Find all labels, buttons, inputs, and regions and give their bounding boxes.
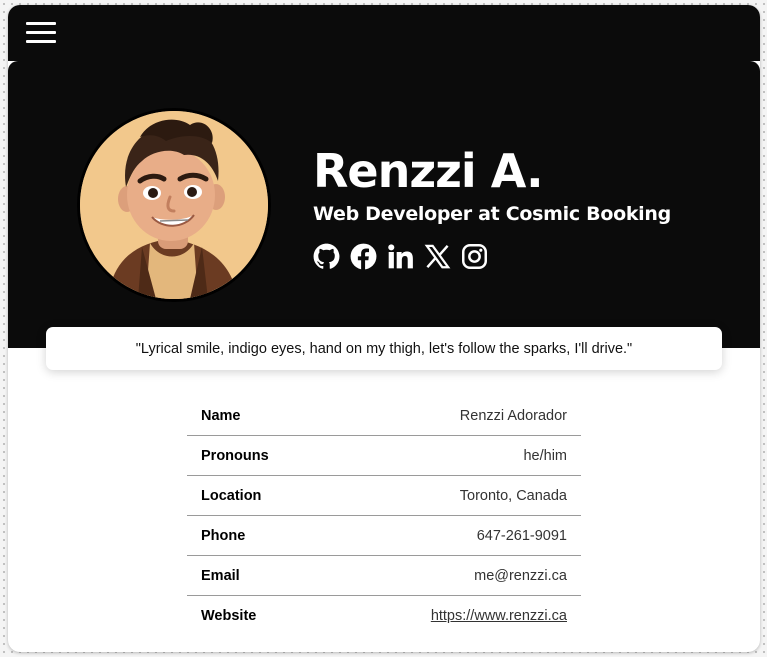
profile-card: Renzzi A. Web Developer at Cosmic Bookin… (8, 5, 760, 652)
hamburger-menu-icon[interactable] (26, 22, 56, 44)
detail-label-name: Name (201, 407, 241, 424)
social-links (313, 243, 488, 271)
top-bar (8, 5, 760, 61)
facebook-icon[interactable] (350, 243, 377, 270)
github-icon[interactable] (313, 243, 340, 270)
detail-label-phone: Phone (201, 527, 246, 544)
detail-label-location: Location (201, 487, 262, 504)
avatar-illustration (80, 111, 268, 299)
detail-value-website-cell: https://www.renzzi.ca (332, 596, 581, 636)
detail-value-phone: 647-261-9091 (476, 527, 567, 544)
profile-quote: "Lyrical smile, indigo eyes, hand on my … (46, 327, 722, 370)
avatar (77, 108, 271, 302)
detail-value-email: me@renzzi.ca (474, 567, 567, 584)
profile-title: Web Developer at Cosmic Booking (313, 203, 671, 225)
profile-name: Renzzi A. (313, 144, 544, 198)
detail-label-email: Email (201, 567, 240, 584)
table-row: Location Toronto, Canada (187, 476, 581, 516)
linkedin-icon[interactable] (387, 243, 414, 270)
website-link[interactable]: https://www.renzzi.ca (431, 608, 567, 624)
table-row: Pronouns he/him (187, 436, 581, 476)
detail-value-location: Toronto, Canada (459, 487, 567, 504)
table-row: Phone 647-261-9091 (187, 516, 581, 556)
table-row: Name Renzzi Adorador (187, 396, 581, 436)
x-icon[interactable] (424, 243, 451, 270)
instagram-icon[interactable] (461, 243, 488, 270)
profile-details-table: Name Renzzi Adorador Pronouns he/him Loc… (187, 396, 581, 635)
table-row: Website https://www.renzzi.ca (187, 596, 581, 636)
detail-label-pronouns: Pronouns (201, 447, 269, 464)
table-row: Email me@renzzi.ca (187, 556, 581, 596)
detail-value-name: Renzzi Adorador (459, 407, 567, 424)
detail-value-pronouns: he/him (523, 447, 567, 464)
detail-label-website: Website (201, 607, 257, 624)
